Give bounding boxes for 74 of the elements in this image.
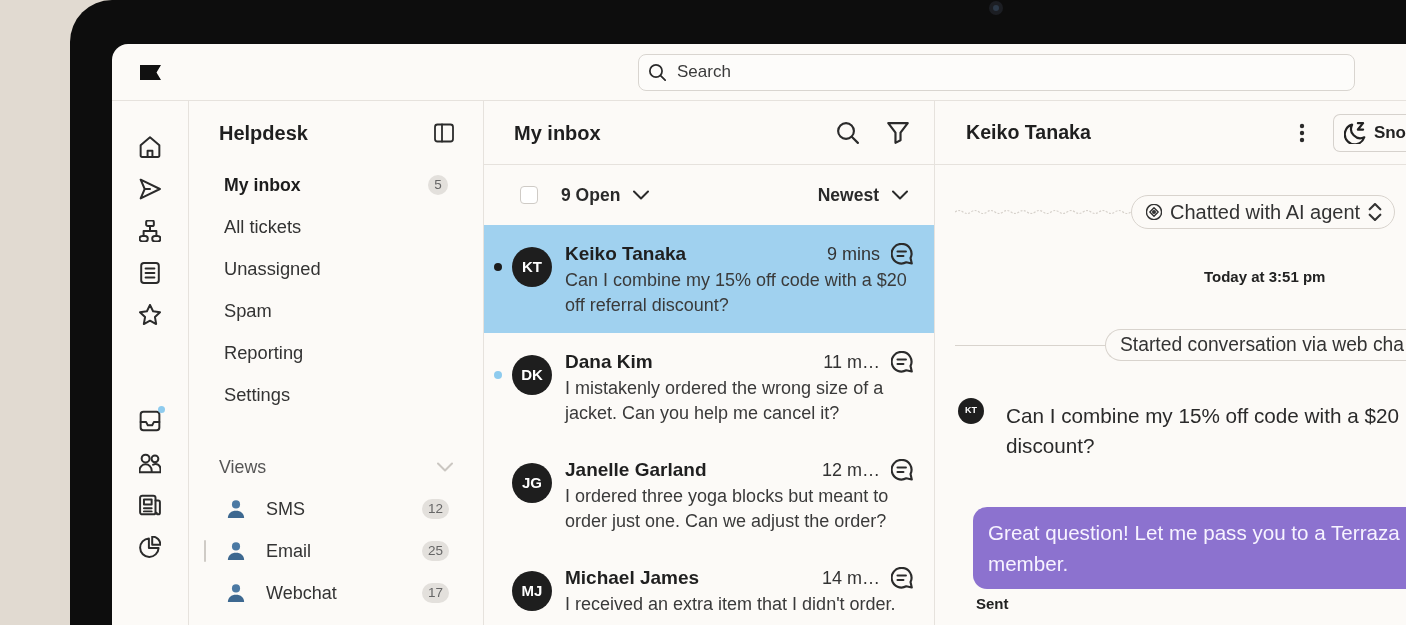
conversation-row[interactable]: DK Dana Kim 11 m… I mistakenly ordered the wrong size of a jacket. Can you help me cancel it?: [484, 333, 934, 441]
time-text: 11 m…: [823, 351, 880, 374]
nav-item[interactable]: My inbox 5: [219, 164, 454, 206]
avatar: DK: [512, 355, 552, 395]
home-icon[interactable]: [139, 136, 161, 158]
count-badge: 25: [421, 541, 449, 561]
users-icon[interactable]: [139, 452, 161, 474]
message-preview: I ordered three yoga blocks but meant to order just one. Can we adjust the order?: [565, 485, 890, 533]
select-all-checkbox[interactable]: [520, 186, 538, 204]
view-item[interactable]: SMS 12: [202, 488, 454, 530]
filter-icon[interactable]: [887, 121, 909, 144]
document-icon[interactable]: [139, 262, 161, 284]
conversation-title: Keiko Tanaka: [966, 119, 1092, 145]
view-item[interactable]: Email 25: [202, 530, 454, 572]
contact-name: Keiko Tanaka: [565, 242, 688, 266]
inbox-icon[interactable]: [139, 410, 161, 432]
avatar: KT: [512, 247, 552, 287]
message-preview: Can I combine my 15% off code with a $20 off referral discount?: [565, 269, 908, 317]
person-icon: [227, 584, 245, 602]
contact-name: Dana Kim: [565, 350, 654, 374]
message-preview: I mistakenly ordered the wrong size of a jacket. Can you help me cancel it?: [565, 377, 885, 425]
count-badge: 5: [428, 175, 448, 195]
conversation-row[interactable]: KT Keiko Tanaka 9 mins Can I combine my 15% off code with a $20 off referral discount?: [484, 225, 934, 333]
chevron-updown-icon: [1368, 203, 1383, 221]
contact-name: Janelle Garland: [565, 458, 708, 482]
message-text: Can I combine my 15% off code with a $20 discount?: [1006, 403, 1399, 459]
chat-icon: [891, 459, 913, 481]
nav-item[interactable]: Unassigned: [219, 248, 454, 290]
search-icon[interactable]: [837, 121, 859, 144]
conversation-row[interactable]: JG Janelle Garland 12 m… I ordered three yoga blocks but meant to order just one. Can we adjust the order?: [484, 441, 934, 549]
snooze-button[interactable]: Sno: [1332, 113, 1406, 152]
chat-icon: [891, 351, 913, 373]
time-text: 9 mins: [827, 243, 880, 266]
chat-icon: [891, 243, 913, 265]
search-field[interactable]: Search: [638, 53, 1355, 91]
avatar: KT: [958, 398, 984, 424]
date-label: Today at 3:51 pm: [1204, 268, 1326, 285]
sitemap-icon[interactable]: [139, 220, 161, 242]
sort-dropdown[interactable]: Newest: [817, 181, 908, 209]
search-icon: [649, 63, 666, 81]
moon-icon: [1343, 121, 1366, 144]
pie-chart-icon[interactable]: [139, 536, 161, 558]
nav-item[interactable]: Reporting: [219, 332, 454, 374]
nav-item[interactable]: All tickets: [219, 206, 454, 248]
person-icon: [227, 500, 245, 518]
chat-icon: [891, 567, 913, 589]
sidebar-toggle-icon[interactable]: [434, 122, 454, 143]
more-icon[interactable]: [1298, 122, 1305, 143]
contact-name: Michael James: [565, 566, 701, 590]
logo-icon[interactable]: [140, 64, 161, 80]
panel-title: My inbox: [514, 120, 602, 146]
count-badge: 12: [421, 499, 449, 519]
person-icon: [227, 542, 245, 560]
diamond-circle-icon: [1146, 204, 1162, 220]
camera-icon: [989, 1, 1003, 15]
status-filter-dropdown[interactable]: 9 Open: [561, 181, 650, 209]
message-bubble: Great question! Let me pass you to a Terraza member.: [973, 507, 1406, 589]
nav-item[interactable]: Settings: [219, 374, 454, 416]
time-text: 12 m…: [821, 459, 880, 482]
view-item[interactable]: Webchat 17: [202, 572, 454, 614]
views-toggle[interactable]: Views: [219, 446, 454, 488]
time-text: 14 m…: [821, 567, 880, 590]
delivery-status: Sent: [976, 595, 1009, 613]
panel-title: Helpdesk: [219, 120, 308, 146]
avatar: MJ: [512, 571, 552, 611]
nav-item[interactable]: Spam: [219, 290, 454, 332]
ai-agent-pill[interactable]: Chatted with AI agent: [1131, 195, 1396, 229]
message-preview: I received an extra item that I didn't order.: [565, 593, 897, 616]
newspaper-icon[interactable]: [139, 494, 161, 516]
conversation-row[interactable]: MJ Michael James 14 m… I received an extra item that I didn't order.: [484, 549, 934, 625]
star-icon[interactable]: [139, 304, 161, 326]
count-badge: 17: [421, 583, 449, 603]
avatar: JG: [512, 463, 552, 503]
send-icon[interactable]: [139, 178, 161, 200]
